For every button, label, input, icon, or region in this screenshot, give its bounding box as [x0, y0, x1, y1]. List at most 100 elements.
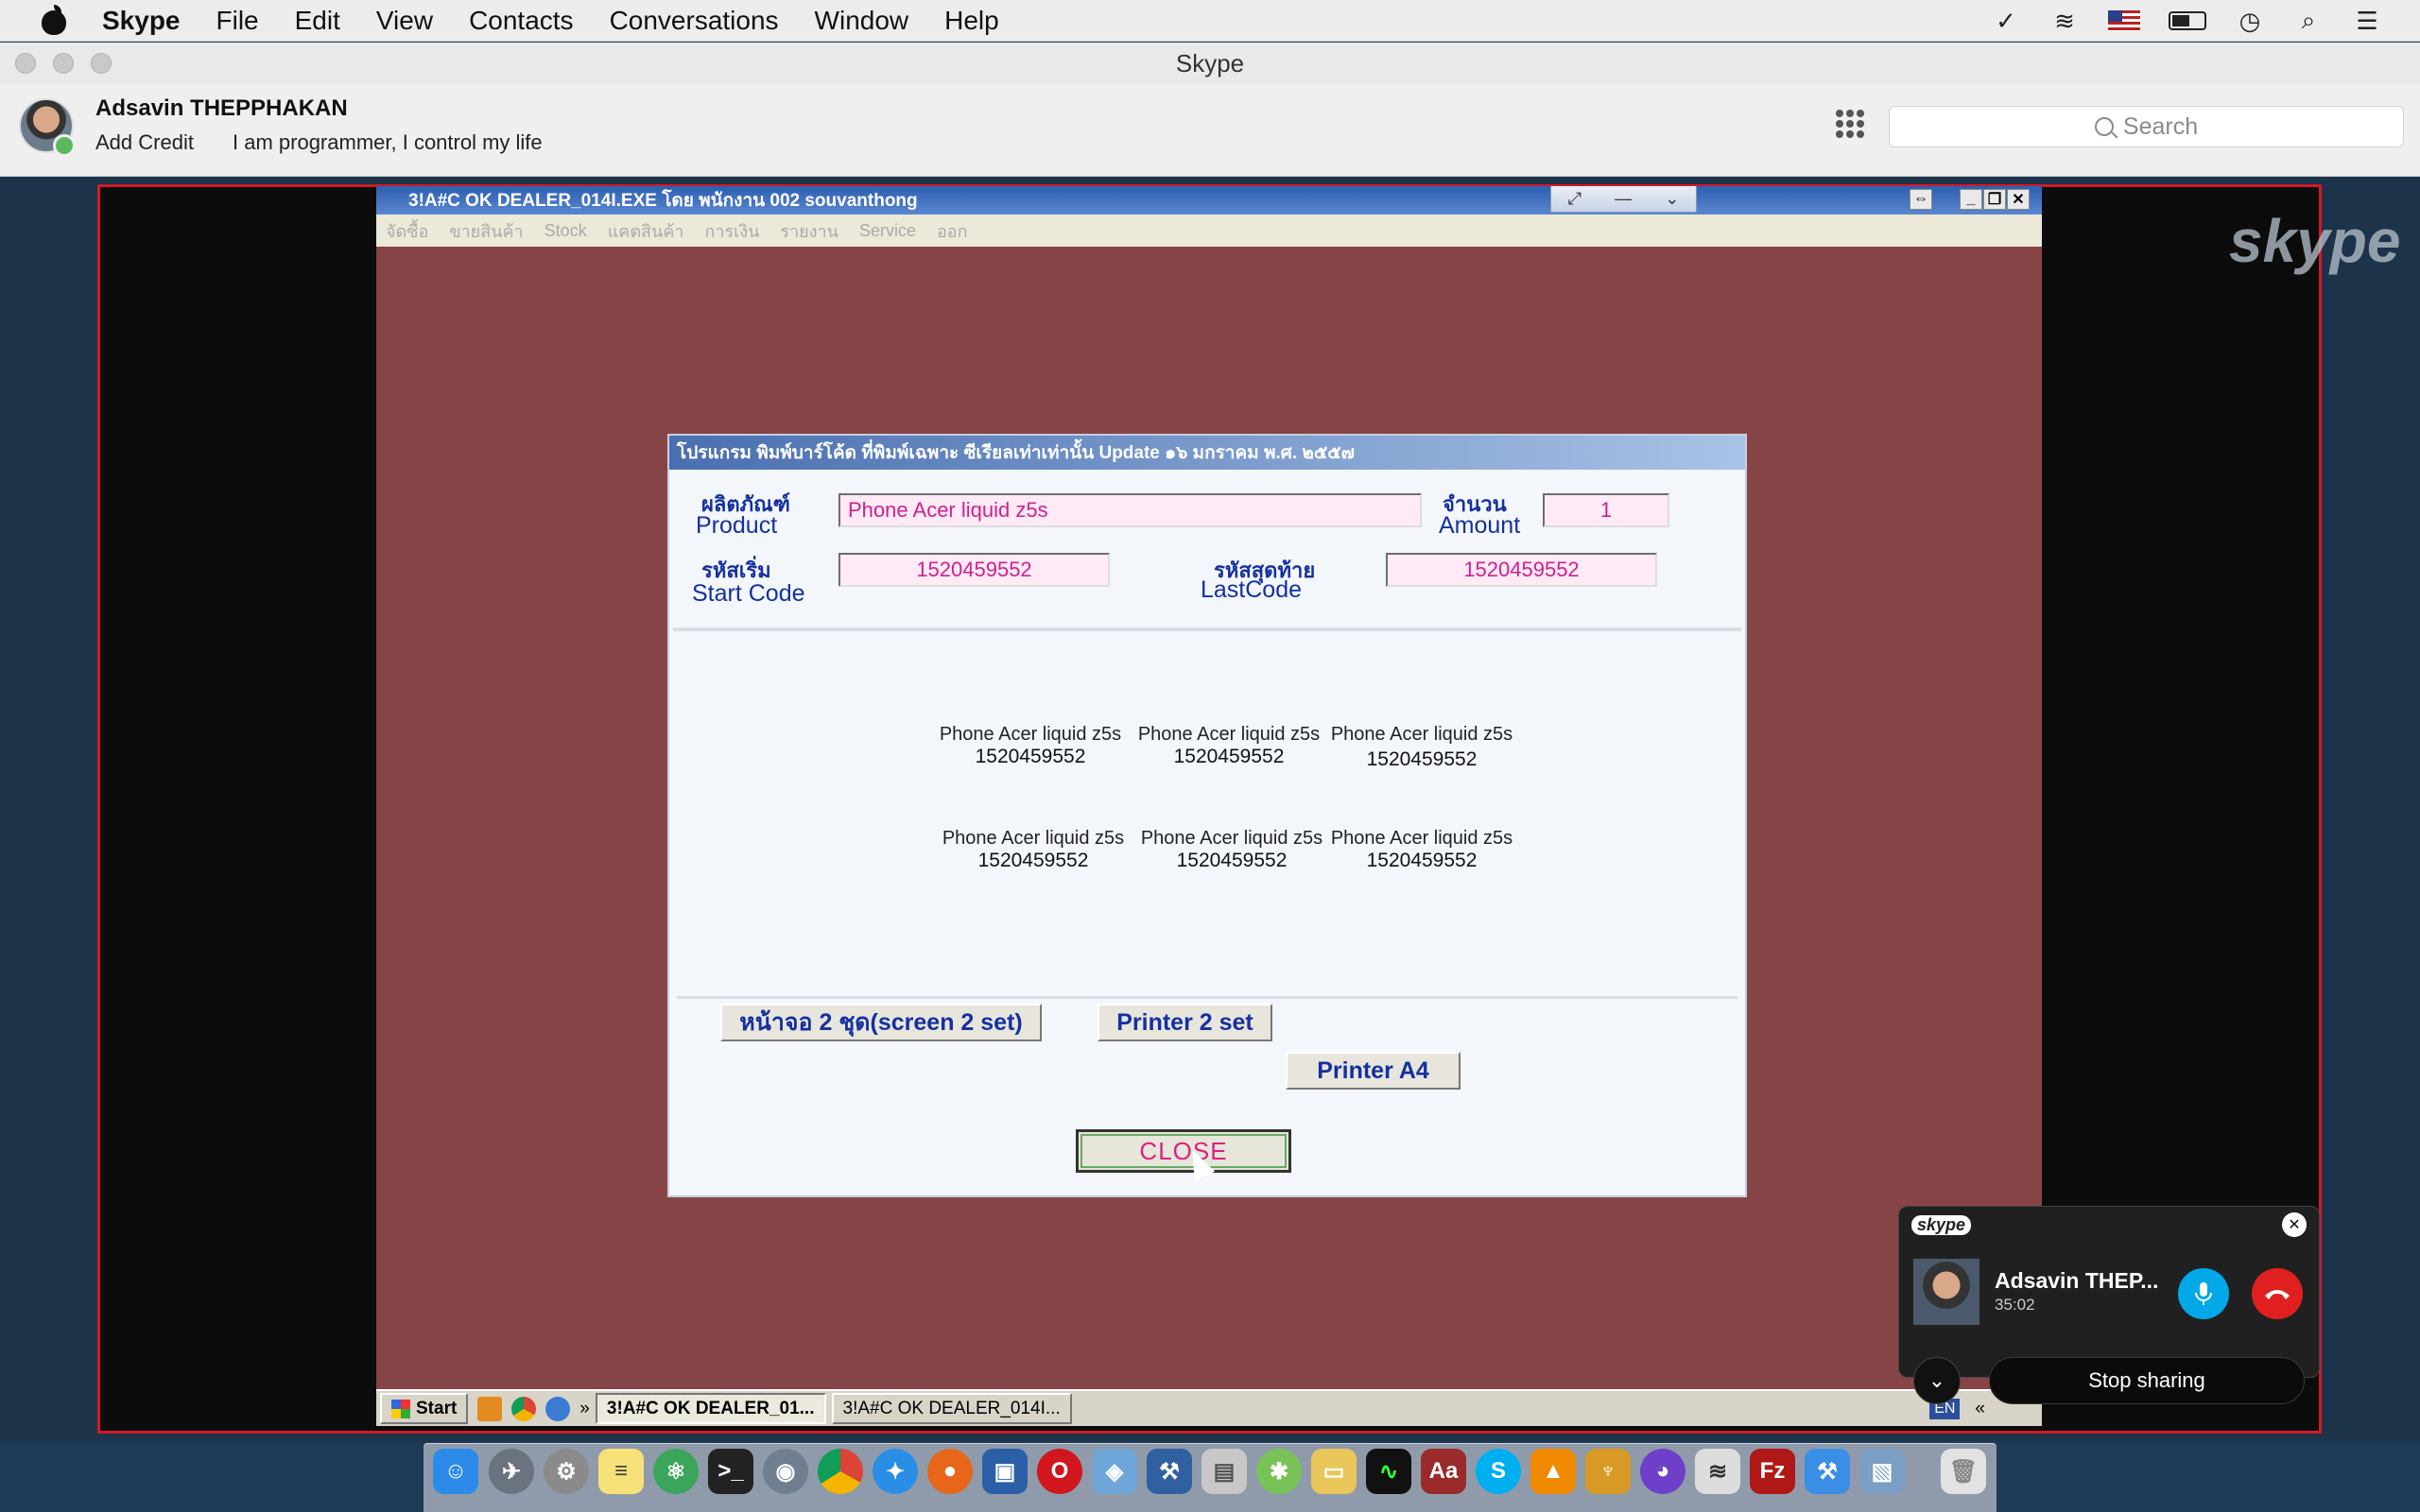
last-code-label-en: LastCode	[1201, 576, 1303, 603]
mood-message[interactable]: I am programmer, I control my life	[233, 130, 543, 155]
stop-sharing-button[interactable]: Stop sharing	[1989, 1357, 2305, 1404]
label-preview: Phone Acer liquid z5s 1520459552	[1327, 828, 1516, 872]
hang-up-icon	[2265, 1290, 2290, 1299]
atom-icon[interactable]: ⚛	[653, 1449, 699, 1494]
filezilla-icon[interactable]: Fz	[1750, 1449, 1795, 1494]
notification-list-icon[interactable]: ☰	[2352, 7, 2382, 35]
vlc-icon[interactable]: ▲	[1530, 1449, 1576, 1494]
add-credit-link[interactable]: Add Credit	[95, 130, 194, 155]
remote-menu-service[interactable]: Service	[859, 221, 916, 241]
close-window-button[interactable]	[15, 53, 36, 74]
profile-name[interactable]: Adsavin THEPPHAKAN	[95, 95, 348, 122]
close-icon[interactable]: ✕	[2007, 189, 2030, 210]
clock-icon[interactable]: ◷	[2235, 7, 2265, 35]
chrome-icon[interactable]	[511, 1396, 537, 1421]
folder-icon[interactable]: ▭	[1311, 1449, 1357, 1494]
maximize-icon[interactable]: ❐	[1983, 189, 2006, 210]
spotlight-icon[interactable]: ⌕	[2293, 6, 2324, 34]
taskbar-item[interactable]: 3!A#C OK DEALER_01...	[595, 1393, 826, 1424]
database-icon[interactable]: ▤	[1201, 1449, 1247, 1494]
presence-online-icon	[53, 134, 76, 157]
dialpad-icon[interactable]	[1836, 110, 1864, 138]
finder-icon[interactable]: ☺	[433, 1449, 478, 1494]
taskbar-item[interactable]: 3!A#C OK DEALER_014I...	[831, 1393, 1072, 1424]
label-product-name: Phone Acer liquid z5s	[1140, 828, 1323, 849]
remote-menu-catalog[interactable]: แคตสินค้า	[608, 217, 684, 245]
printer-a4-button[interactable]: Printer A4	[1286, 1052, 1461, 1090]
preview-icon[interactable]: ▧	[1859, 1449, 1905, 1494]
fullscreen-icon[interactable]: ⤢	[1568, 189, 1582, 209]
printer-2-set-button[interactable]: Printer 2 set	[1098, 1004, 1272, 1041]
remote-desktop-icon[interactable]: ▣	[982, 1449, 1028, 1494]
screen-2-set-button[interactable]: หน้าจอ 2 ชุด(screen 2 set)	[720, 1004, 1042, 1041]
last-code-field[interactable]: 1520459552	[1386, 553, 1657, 587]
rdp-chevron-down-icon[interactable]: ⌄	[1665, 189, 1679, 209]
xcode-instruments-icon[interactable]: ⚒	[1147, 1449, 1192, 1494]
amount-field[interactable]: 1	[1543, 493, 1669, 527]
product-field[interactable]: Phone Acer liquid z5s	[838, 493, 1422, 527]
safari-icon[interactable]: ✦	[873, 1449, 918, 1494]
call-avatar	[1913, 1259, 1979, 1325]
checkmark-shield-icon[interactable]: ✓	[1991, 7, 2021, 35]
us-flag-icon[interactable]	[2108, 10, 2140, 31]
opera-icon[interactable]: O	[1037, 1449, 1082, 1494]
menu-window[interactable]: Window	[815, 6, 909, 36]
close-button[interactable]: CLOSE	[1076, 1129, 1291, 1173]
skype-icon[interactable]: S	[1476, 1449, 1521, 1494]
virtualbox-icon[interactable]: ◈	[1092, 1449, 1137, 1494]
quicklaunch-app-icon[interactable]	[477, 1396, 503, 1421]
firefox-icon[interactable]: ●	[927, 1449, 973, 1494]
search-input[interactable]: Search	[1889, 106, 2404, 147]
activity-monitor-icon[interactable]: ∿	[1366, 1449, 1411, 1494]
remote-menu-sales[interactable]: ขายสินค้า	[449, 217, 523, 245]
label-serial: 1520459552	[975, 746, 1086, 767]
close-icon[interactable]: ✕	[2282, 1212, 2307, 1237]
xcode-icon[interactable]: ⚒	[1805, 1449, 1850, 1494]
remote-menu-exit[interactable]: ออก	[937, 217, 968, 245]
dictionary-icon[interactable]: Aa	[1421, 1449, 1466, 1494]
start-code-field[interactable]: 1520459552	[838, 553, 1110, 587]
label-preview: Phone Acer liquid z5s 1520459552	[1134, 724, 1323, 768]
remote-menu-finance[interactable]: การเงิน	[704, 217, 759, 245]
rdp-minimize-icon[interactable]: —	[1615, 189, 1632, 209]
remote-menu-stock[interactable]: Stock	[544, 221, 587, 241]
android-studio-icon[interactable]: ✱	[1256, 1449, 1302, 1494]
start-button[interactable]: Start	[380, 1393, 469, 1424]
microphone-button[interactable]	[2178, 1268, 2229, 1319]
label-product-name: Phone Acer liquid z5s	[1330, 724, 1513, 745]
menu-conversations[interactable]: Conversations	[610, 6, 779, 36]
menu-contacts[interactable]: Contacts	[469, 6, 574, 36]
restore-icon[interactable]: ⇔	[1910, 189, 1932, 210]
system-preferences-icon[interactable]: ⚙	[544, 1449, 589, 1494]
battery-icon[interactable]	[2169, 11, 2206, 30]
remote-app-menubar: จัดซื้อ ขายสินค้า Stock แคตสินค้า การเงิ…	[376, 215, 2042, 247]
remote-menu-report[interactable]: รายงาน	[780, 217, 838, 245]
dialog-titlebar: โปรแกรม พิมพ์บาร์โค้ด ที่พิมพ์เฉพาะ ซีเร…	[669, 436, 1745, 470]
menu-view[interactable]: View	[376, 6, 433, 36]
hang-up-button[interactable]	[2252, 1268, 2303, 1319]
menu-edit[interactable]: Edit	[295, 6, 340, 36]
wifi-icon[interactable]: ≋	[2049, 7, 2080, 35]
notes-icon[interactable]: ≡	[598, 1449, 644, 1494]
wifi-utility-icon[interactable]: ≋	[1695, 1449, 1740, 1494]
zoom-window-button[interactable]	[91, 53, 112, 74]
menu-file[interactable]: File	[216, 6, 259, 36]
terminal-icon[interactable]: >_	[708, 1449, 753, 1494]
remote-menu-purchase[interactable]: จัดซื้อ	[386, 217, 428, 245]
minimize-icon[interactable]: _	[1960, 189, 1982, 210]
menu-app-skype[interactable]: Skype	[102, 6, 181, 36]
app-icon[interactable]: ♆	[1585, 1449, 1631, 1494]
internet-explorer-icon[interactable]	[545, 1396, 571, 1421]
tray-chevron-icon[interactable]: «	[1975, 1399, 1985, 1419]
minimize-window-button[interactable]	[53, 53, 74, 74]
label-serial: 1520459552	[1176, 850, 1288, 871]
chevron-down-icon[interactable]: ⌄	[1913, 1357, 1961, 1404]
launchpad-icon[interactable]: ✈	[489, 1449, 534, 1494]
chrome-icon[interactable]	[818, 1449, 863, 1494]
menu-help[interactable]: Help	[944, 6, 999, 36]
github-icon[interactable]: ◕	[1640, 1449, 1685, 1494]
trash-icon[interactable]: 🗑	[1941, 1449, 1986, 1494]
more-chevron-icon[interactable]: »	[579, 1399, 590, 1419]
apple-menu-icon[interactable]	[36, 4, 74, 37]
sequel-pro-icon[interactable]: ◉	[763, 1449, 808, 1494]
